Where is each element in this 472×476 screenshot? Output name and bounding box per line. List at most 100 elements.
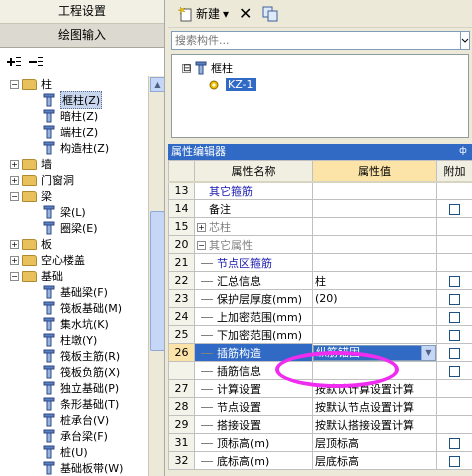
property-row[interactable]: 28 节点设置 按默认节点设置计算 bbox=[168, 397, 472, 416]
property-value-cell[interactable] bbox=[312, 361, 437, 380]
value-combobox[interactable]: 纵筋锚固 ▼ bbox=[313, 344, 436, 361]
expand-icon[interactable]: + bbox=[197, 223, 206, 232]
property-name-cell[interactable]: 底标高(m) bbox=[194, 451, 313, 470]
extra-cell[interactable] bbox=[436, 289, 472, 308]
collapse-icon[interactable]: − bbox=[10, 271, 19, 281]
property-value-cell[interactable]: 按默认节点设置计算 bbox=[312, 397, 437, 416]
property-value-cell[interactable] bbox=[312, 253, 437, 272]
property-value-cell[interactable] bbox=[312, 181, 437, 200]
tree-folder[interactable]: − 梁 bbox=[10, 188, 52, 204]
extra-cell[interactable] bbox=[436, 451, 472, 470]
pin-icon[interactable]: ф bbox=[458, 146, 468, 157]
property-row[interactable]: 32 底标高(m) 层底标高 bbox=[168, 451, 472, 470]
property-row[interactable]: 23 保护层厚度(mm) (20) bbox=[168, 289, 472, 308]
property-name-cell[interactable]: + 芯柱 bbox=[194, 217, 313, 236]
tree-item[interactable]: 圈梁(E) bbox=[42, 220, 98, 236]
property-value-cell[interactable] bbox=[312, 199, 437, 218]
property-row[interactable]: 26 插筋构造 纵筋锚固 ▼ bbox=[168, 343, 472, 362]
property-name-cell[interactable]: 备注 bbox=[194, 199, 313, 218]
property-name-cell[interactable]: 上加密范围(mm) bbox=[194, 307, 313, 326]
property-row[interactable]: 29 搭接设置 按默认搭接设置计算 bbox=[168, 415, 472, 434]
extra-column-header[interactable]: 附加 bbox=[436, 160, 472, 183]
expand-icon[interactable]: + bbox=[10, 255, 19, 265]
search-input[interactable] bbox=[175, 34, 457, 47]
scroll-thumb[interactable] bbox=[150, 211, 164, 351]
property-value-cell[interactable] bbox=[312, 325, 437, 344]
tree-item[interactable]: 基础梁(F) bbox=[42, 284, 108, 300]
tree-item[interactable]: 筏板基础(M) bbox=[42, 300, 122, 316]
tree-item[interactable]: 条形基础(T) bbox=[42, 396, 119, 412]
tree-folder[interactable]: + 门窗洞 bbox=[10, 172, 74, 188]
property-value-cell[interactable]: 柱 bbox=[312, 271, 437, 290]
attach-checkbox[interactable] bbox=[449, 311, 460, 323]
new-button[interactable]: 新建 ▾ bbox=[174, 3, 232, 24]
tree-item[interactable]: 桩承台(V) bbox=[42, 412, 109, 428]
tree-item[interactable]: 暗柱(Z) bbox=[42, 108, 98, 124]
collapse-icon[interactable]: − bbox=[10, 79, 19, 89]
property-name-cell[interactable]: 下加密范围(mm) bbox=[194, 325, 313, 344]
property-row[interactable]: 20− 其它属性 bbox=[168, 235, 472, 254]
attach-checkbox[interactable] bbox=[449, 365, 460, 377]
property-row[interactable]: 22 汇总信息 柱 bbox=[168, 271, 472, 290]
tree-item[interactable]: 构造柱(Z) bbox=[42, 140, 109, 156]
property-name-cell[interactable]: 节点区箍筋 bbox=[194, 253, 313, 272]
property-value-cell[interactable]: 层底标高 bbox=[312, 451, 437, 470]
search-dropdown-button[interactable] bbox=[461, 31, 470, 50]
property-name-cell[interactable]: − 其它属性 bbox=[194, 235, 313, 254]
chevron-down-icon[interactable]: ▼ bbox=[421, 345, 435, 360]
property-row[interactable]: 25 下加密范围(mm) bbox=[168, 325, 472, 344]
collapse-all-icon[interactable] bbox=[28, 55, 44, 69]
property-name-cell[interactable]: 其它箍筋 bbox=[194, 181, 313, 200]
tree-item[interactable]: 集水坑(K) bbox=[42, 316, 109, 332]
attach-checkbox[interactable] bbox=[449, 455, 460, 467]
expand-all-icon[interactable] bbox=[6, 55, 22, 69]
collapse-icon[interactable]: − bbox=[10, 191, 19, 201]
extra-cell[interactable] bbox=[436, 325, 472, 344]
property-value-cell[interactable]: 层顶标高 bbox=[312, 433, 437, 452]
project-settings-tab[interactable]: 工程设置 bbox=[0, 0, 164, 24]
tree-item[interactable]: 端柱(Z) bbox=[42, 124, 98, 140]
tree-folder[interactable]: − 柱 bbox=[10, 76, 52, 92]
tree-folder[interactable]: + 板 bbox=[10, 236, 52, 252]
tree-item[interactable]: 梁(L) bbox=[42, 204, 86, 220]
property-row[interactable]: 插筋信息 bbox=[168, 361, 472, 380]
tree-item[interactable]: 框柱(Z) bbox=[42, 91, 103, 109]
property-row[interactable]: 14 备注 bbox=[168, 199, 472, 218]
property-name-cell[interactable]: 顶标高(m) bbox=[194, 433, 313, 452]
component-tree-root[interactable]: ⊟ 框柱 bbox=[182, 60, 233, 76]
property-value-cell[interactable] bbox=[312, 307, 437, 326]
tree-folder[interactable]: − 基础 bbox=[10, 268, 63, 284]
tree-item[interactable]: 筏板主筋(R) bbox=[42, 348, 120, 364]
extra-cell[interactable] bbox=[436, 307, 472, 326]
property-value-cell[interactable]: (20) bbox=[312, 289, 437, 308]
property-name-cell[interactable]: 计算设置 bbox=[194, 379, 313, 398]
property-row[interactable]: 27 计算设置 按默认计算设置计算 bbox=[168, 379, 472, 398]
expand-icon[interactable]: + bbox=[10, 239, 19, 249]
property-name-cell[interactable]: 节点设置 bbox=[194, 397, 313, 416]
property-value-cell[interactable]: 按默认计算设置计算 bbox=[312, 379, 437, 398]
property-row[interactable]: 31 顶标高(m) 层顶标高 bbox=[168, 433, 472, 452]
delete-button[interactable]: ✕ bbox=[236, 2, 255, 25]
attach-checkbox[interactable] bbox=[449, 275, 460, 287]
copy-button[interactable] bbox=[259, 4, 281, 24]
scroll-up-button[interactable]: ▲ bbox=[150, 77, 164, 92]
name-column-header[interactable]: 属性名称 bbox=[194, 160, 313, 183]
property-value-cell[interactable]: 纵筋锚固 ▼ bbox=[312, 343, 437, 362]
tree-item[interactable]: 独立基础(P) bbox=[42, 380, 119, 396]
property-name-cell[interactable]: 保护层厚度(mm) bbox=[194, 289, 313, 308]
extra-cell[interactable] bbox=[436, 199, 472, 218]
tree-item[interactable]: 柱墩(Y) bbox=[42, 332, 97, 348]
expand-icon[interactable]: + bbox=[10, 159, 19, 169]
tree-item[interactable]: 筏板负筋(X) bbox=[42, 364, 120, 380]
attach-checkbox[interactable] bbox=[449, 293, 460, 305]
collapse-icon[interactable]: ⊟ bbox=[182, 63, 191, 73]
attach-checkbox[interactable] bbox=[449, 437, 460, 449]
tree-item[interactable]: 桩(U) bbox=[42, 444, 88, 460]
property-row[interactable]: 21 节点区箍筋 bbox=[168, 253, 472, 272]
tree-folder[interactable]: + 空心楼盖 bbox=[10, 252, 85, 268]
attach-checkbox[interactable] bbox=[449, 329, 460, 341]
tree-folder[interactable]: + 墙 bbox=[10, 156, 52, 172]
attach-checkbox[interactable] bbox=[449, 203, 460, 215]
attach-checkbox[interactable] bbox=[449, 347, 460, 359]
extra-cell[interactable] bbox=[436, 343, 472, 362]
